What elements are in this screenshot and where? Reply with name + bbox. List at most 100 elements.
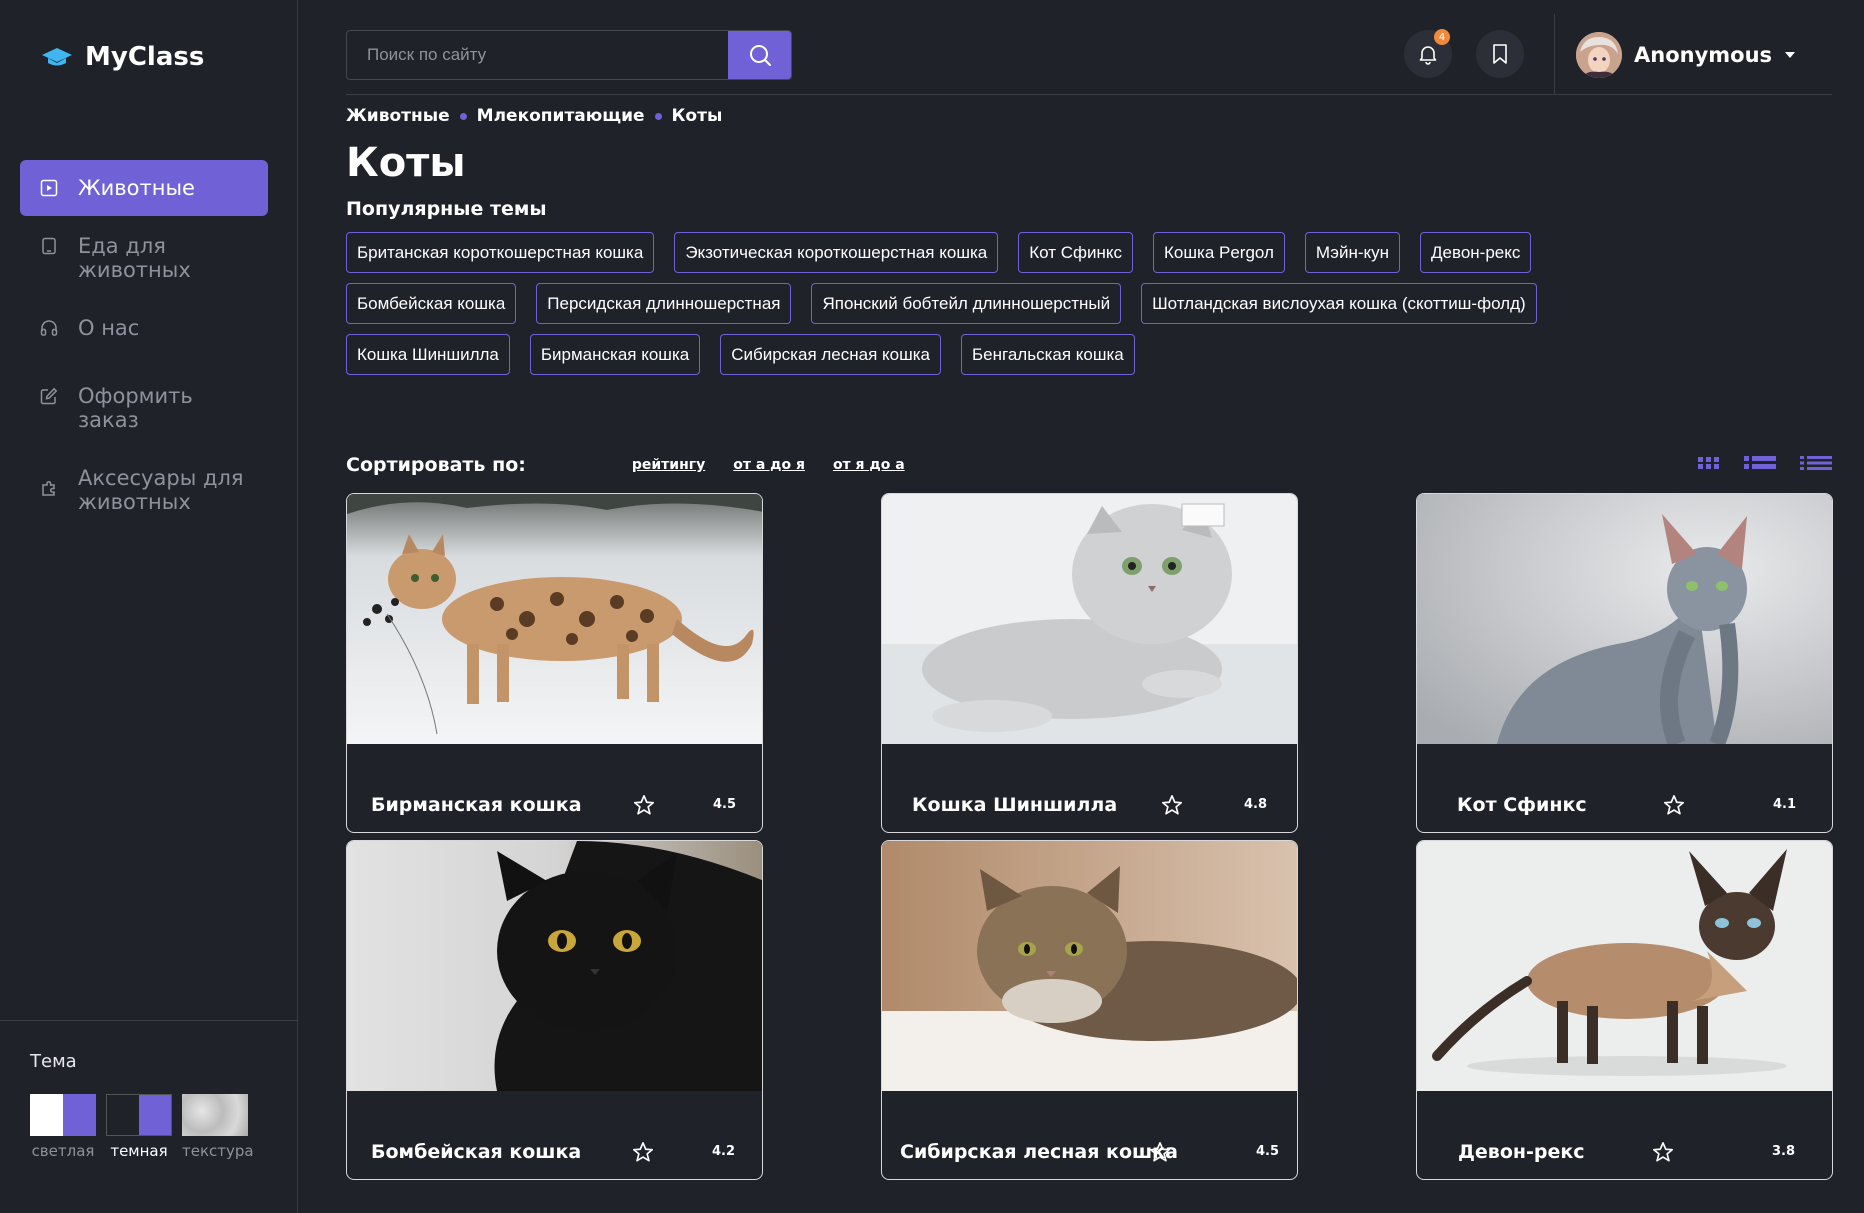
header-divider [1554, 14, 1555, 94]
topic-tag[interactable]: Персидская длинношерстная [536, 283, 792, 324]
card-rating: 4.2 [712, 1144, 736, 1159]
notification-badge: 4 [1434, 29, 1450, 45]
theme-option-label: светлая [31, 1142, 95, 1160]
theme-swatch-texture [182, 1094, 248, 1136]
card-rating: 4.5 [713, 797, 737, 812]
topic-tag[interactable]: Японский бобтейл длинношерстный [811, 283, 1122, 324]
user-menu[interactable]: Anonymous [1576, 32, 1796, 78]
card-rating: 4.1 [1773, 797, 1797, 812]
breed-card[interactable]: Кошка Шиншилла 4.8 [881, 493, 1298, 833]
logo-text: MyClass [85, 42, 205, 72]
avatar [1576, 32, 1622, 78]
card-rating: 4.5 [1256, 1144, 1280, 1159]
headphones-icon [40, 320, 58, 336]
sort-a-to-z[interactable]: от а до я [733, 457, 805, 473]
bell-icon [1419, 46, 1437, 65]
sort-z-to-a[interactable]: от я до а [833, 457, 905, 473]
popular-topics-list: Британская короткошерстная кошка Экзотич… [346, 232, 1546, 375]
popular-topics-title: Популярные темы [346, 198, 547, 220]
sidebar-item-label: Аксесуары для животных [78, 466, 244, 514]
tablet-icon [42, 237, 56, 255]
breed-card[interactable]: Кот Сфинкс 4.1 [1416, 493, 1833, 833]
topic-tag[interactable]: Сибирская лесная кошка [720, 334, 942, 375]
grid-view-icon[interactable] [1698, 456, 1720, 470]
topic-tag[interactable]: Британская короткошерстная кошка [346, 232, 655, 273]
topic-tag[interactable]: Экзотическая короткошерстная кошка [674, 232, 999, 273]
sidebar-item-pet-food[interactable]: Еда для животных [20, 218, 268, 298]
topic-tag[interactable]: Бомбейская кошка [346, 283, 517, 324]
topic-tag[interactable]: Кот Сфинкс [1018, 232, 1134, 273]
breadcrumb-item[interactable]: Животные [346, 106, 450, 126]
card-image [1417, 841, 1832, 1091]
theme-option-dark[interactable]: темная [106, 1094, 172, 1160]
puzzle-icon [42, 480, 55, 496]
breadcrumb-separator [654, 112, 662, 120]
sidebar-nav: Животные Еда для животных О нас Оформить… [20, 160, 268, 532]
topic-tag[interactable]: Кошка Pergол [1153, 232, 1285, 273]
bookmarks-button[interactable] [1476, 30, 1524, 78]
sidebar-item-label: О нас [78, 316, 140, 340]
sidebar-item-animals[interactable]: Животные [20, 160, 268, 216]
breed-card[interactable]: Бомбейская кошка 4.2 [346, 840, 763, 1180]
theme-title: Тема [30, 1051, 77, 1072]
star-icon[interactable] [1663, 794, 1685, 816]
theme-swatch-light [30, 1094, 96, 1136]
sidebar-item-label: Оформить заказ [78, 384, 193, 432]
theme-option-label: темная [110, 1142, 168, 1160]
topic-tag[interactable]: Кошка Шиншилла [346, 334, 510, 375]
search-button[interactable] [728, 31, 791, 79]
topic-tag[interactable]: Бенгальская кошка [961, 334, 1135, 375]
sidebar-item-accessories[interactable]: Аксесуары для животных [20, 450, 268, 530]
sidebar-item-checkout[interactable]: Оформить заказ [20, 368, 268, 448]
search-box [346, 30, 792, 80]
notifications-button[interactable]: 4 [1404, 29, 1452, 78]
breadcrumb-item[interactable]: Млекопитающие [477, 106, 645, 126]
card-title: Кошка Шиншилла [912, 794, 1118, 816]
chevron-down-icon [1785, 52, 1796, 58]
theme-option-light[interactable]: светлая [30, 1094, 96, 1160]
card-image [882, 841, 1297, 1091]
card-rating: 3.8 [1772, 1144, 1796, 1159]
breadcrumb-separator [459, 112, 467, 120]
star-icon[interactable] [633, 794, 655, 816]
star-icon[interactable] [1161, 794, 1183, 816]
card-title: Сибирская лесная кошка [900, 1141, 1178, 1163]
card-rating: 4.8 [1244, 797, 1268, 812]
logo[interactable]: MyClass [41, 42, 204, 72]
sidebar-item-label: Животные [78, 176, 195, 200]
theme-switcher: Тема светлая темная текстура [0, 1020, 298, 1160]
breed-card[interactable]: Девон-рекс 3.8 [1416, 840, 1833, 1180]
breadcrumb-item-current: Коты [671, 106, 723, 126]
bookmark-icon [1493, 44, 1507, 64]
user-name: Anonymous [1634, 43, 1773, 67]
sidebar: MyClass Животные Еда для животных О нас … [0, 0, 298, 1213]
star-icon[interactable] [632, 1141, 654, 1163]
card-title: Бирманская кошка [371, 794, 582, 816]
topic-tag[interactable]: Бирманская кошка [529, 334, 701, 375]
sidebar-item-about[interactable]: О нас [20, 300, 268, 356]
star-icon[interactable] [1149, 1141, 1171, 1163]
topic-tag[interactable]: Мэйн-кун [1304, 232, 1401, 273]
list-view-icon[interactable] [1744, 456, 1776, 470]
edit-icon [40, 387, 58, 405]
breed-card[interactable]: Сибирская лесная кошка 4.5 [881, 840, 1298, 1180]
topic-tag[interactable]: Девон-рекс [1420, 232, 1532, 273]
page-title: Коты [346, 140, 466, 186]
search-input[interactable] [347, 31, 728, 79]
play-square-icon [40, 179, 58, 197]
star-icon[interactable] [1652, 1141, 1674, 1163]
graduation-cap-icon [42, 48, 72, 66]
card-image [1417, 494, 1832, 744]
topic-tag[interactable]: Шотландская вислоухая кошка (скоттиш-фол… [1141, 283, 1537, 324]
sidebar-item-label: Еда для животных [78, 234, 191, 282]
view-switcher [1698, 456, 1832, 470]
theme-option-texture[interactable]: текстура [182, 1094, 254, 1160]
compact-list-view-icon[interactable] [1800, 456, 1832, 470]
search-icon [749, 45, 771, 66]
sort-by-rating[interactable]: рейтингу [632, 457, 705, 473]
sort-title: Сортировать по: [346, 454, 526, 476]
card-image [347, 494, 762, 744]
breadcrumb: Животные Млекопитающие Коты [346, 106, 722, 126]
breed-card[interactable]: Бирманская кошка 4.5 [346, 493, 763, 833]
card-image [882, 494, 1297, 744]
